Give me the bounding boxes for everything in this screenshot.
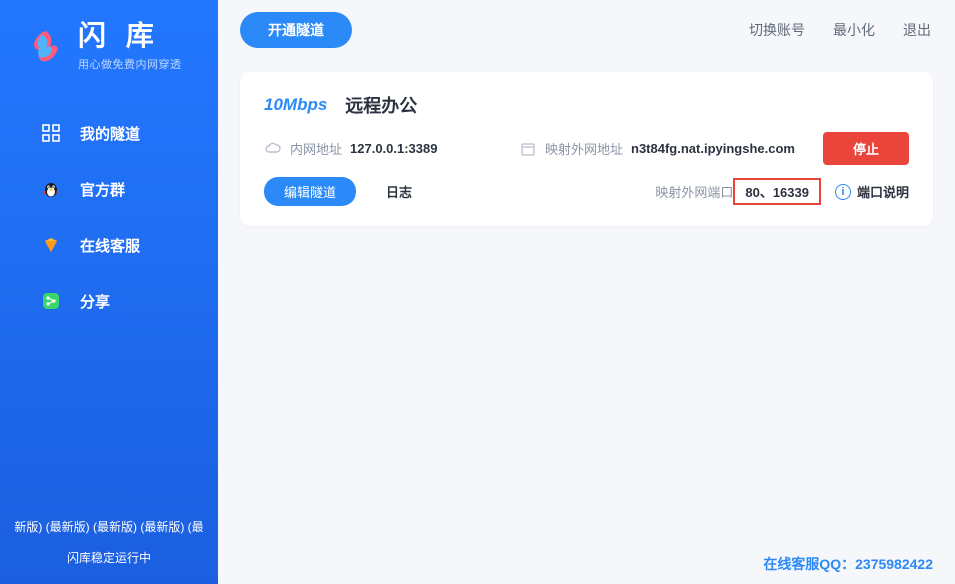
share-icon [40, 290, 62, 312]
sidebar-item-label: 分享 [80, 291, 110, 312]
qq-penguin-icon [40, 178, 62, 200]
logo-icon [28, 29, 64, 65]
edit-tunnel-button[interactable]: 编辑隧道 [264, 177, 356, 206]
sidebar-item-share[interactable]: 分享 [40, 290, 218, 312]
info-icon: i [835, 184, 851, 200]
footer-support-qq[interactable]: 在线客服QQ：2375982422 [763, 554, 933, 574]
sidebar-item-official-group[interactable]: 官方群 [40, 178, 218, 200]
status-text: 闪库稳定运行中 [6, 549, 212, 566]
ext-port-value: 80、16339 [733, 178, 821, 205]
stop-button[interactable]: 停止 [823, 132, 909, 165]
sidebar-item-my-tunnels[interactable]: 我的隧道 [40, 122, 218, 144]
logo-title: 闪 库 [78, 22, 182, 50]
speed-badge: 10Mbps [264, 95, 327, 115]
sidebar-item-label: 我的隧道 [80, 123, 140, 144]
grid-icon [40, 122, 62, 144]
sidebar-item-label: 在线客服 [80, 235, 140, 256]
minimize-link[interactable]: 最小化 [833, 20, 875, 40]
sidebar-item-online-support[interactable]: 在线客服 [40, 234, 218, 256]
cloud-icon [264, 140, 282, 158]
main: 开通隧道 切换账号 最小化 退出 10Mbps 远程办公 内网地址 127.0.… [218, 0, 955, 584]
qq-value: 2375982422 [855, 556, 933, 572]
log-link[interactable]: 日志 [386, 182, 412, 201]
ext-port-label: 映射外网端口 [655, 182, 733, 201]
local-addr-label: 内网地址 [290, 139, 342, 158]
sidebar: 闪 库 用心做免费内网穿透 我的隧道 [0, 0, 218, 584]
sidebar-nav: 我的隧道 官方群 [0, 122, 218, 312]
qq-label: 在线客服QQ： [763, 556, 855, 572]
logo-subtitle: 用心做免费内网穿透 [78, 56, 182, 72]
open-tunnel-button[interactable]: 开通隧道 [240, 12, 352, 48]
ext-addr-value: n3t84fg.nat.ipyingshe.com [631, 141, 795, 156]
local-addr-value: 127.0.0.1:3389 [350, 141, 437, 156]
switch-account-link[interactable]: 切换账号 [749, 20, 805, 40]
sidebar-footer: 新版) (最新版) (最新版) (最新版) (最 闪库稳定运行中 [0, 518, 218, 584]
version-text: 新版) (最新版) (最新版) (最新版) (最 [6, 518, 212, 535]
calendar-icon [519, 140, 537, 158]
topbar: 开通隧道 切换账号 最小化 退出 [218, 0, 955, 60]
exit-link[interactable]: 退出 [903, 20, 931, 40]
ext-addr-label: 映射外网地址 [545, 139, 623, 158]
diamond-icon [40, 234, 62, 256]
tunnel-card: 10Mbps 远程办公 内网地址 127.0.0.1:3389 映射外网地址 n… [240, 72, 933, 226]
tunnel-name: 远程办公 [345, 92, 417, 118]
sidebar-item-label: 官方群 [80, 179, 125, 200]
logo: 闪 库 用心做免费内网穿透 [0, 22, 218, 72]
port-desc-link[interactable]: 端口说明 [857, 182, 909, 201]
